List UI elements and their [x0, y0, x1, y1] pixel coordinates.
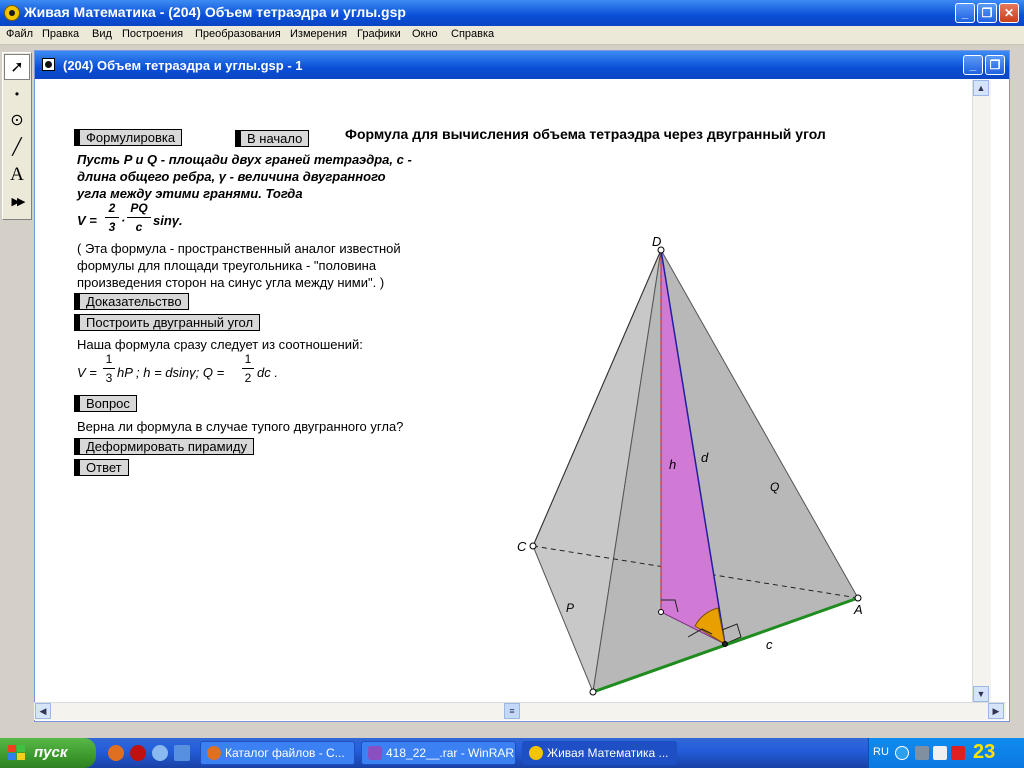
language-indicator[interactable]: RU: [873, 746, 889, 758]
label-h: h: [669, 457, 676, 472]
scroll-left-icon[interactable]: ◀: [35, 703, 51, 719]
taskbar-item-winrar[interactable]: 418_22__.rar - WinRAR: [361, 741, 516, 765]
label-a: A: [853, 602, 863, 617]
minimize-button[interactable]: _: [955, 3, 975, 23]
point-foot-h[interactable]: [658, 609, 664, 615]
point-tool-icon[interactable]: •: [4, 81, 30, 107]
taskbar-item-label: 418_22__.rar - WinRAR: [386, 746, 515, 760]
custom-tool-icon[interactable]: ▶▶: [4, 189, 30, 215]
tetrahedron-figure: D C A P Q h d c: [517, 234, 863, 696]
system-tray: RU 23: [868, 738, 1024, 768]
straightedge-tool-icon[interactable]: ╱: [4, 135, 30, 161]
menu-graph[interactable]: Графики: [357, 28, 401, 40]
doc-maximize-button[interactable]: ❐: [985, 55, 1005, 75]
windows-logo-icon: [8, 745, 26, 761]
label-p: P: [566, 601, 574, 615]
menu-file[interactable]: Файл: [6, 28, 33, 40]
scroll-up-icon[interactable]: ▲: [973, 80, 989, 96]
scroll-thumb[interactable]: ≡: [504, 703, 520, 719]
taskbar-item-label: Живая Математика ...: [547, 746, 669, 760]
menu-edit[interactable]: Правка: [42, 28, 79, 40]
taskbar: пуск Каталог файлов - С... 418_22__.rar …: [0, 738, 1024, 768]
menu-construct[interactable]: Построения: [122, 28, 183, 40]
point-c[interactable]: [529, 542, 537, 550]
firefox-icon[interactable]: [108, 745, 124, 761]
sketch-canvas[interactable]: Формула для вычисления объема тетраэдра …: [35, 79, 1009, 703]
clock[interactable]: 23: [973, 741, 995, 764]
document-title-bar[interactable]: (204) Объем тетраэдра и углы.gsp - 1 _ ❐: [35, 51, 1009, 79]
antivirus-icon[interactable]: [951, 746, 965, 760]
menu-help[interactable]: Справка: [451, 28, 494, 40]
text-tool-icon[interactable]: A: [4, 162, 30, 188]
maximize-button[interactable]: ❐: [977, 3, 997, 23]
close-tray-icon[interactable]: [933, 746, 947, 760]
arrow-tool-icon[interactable]: ➚: [4, 54, 30, 80]
taskbar-item-label: Каталог файлов - С...: [225, 746, 345, 760]
taskbar-item-gsp[interactable]: Живая Математика ...: [522, 741, 677, 765]
label-c: C: [517, 539, 527, 554]
menu-window[interactable]: Окно: [412, 28, 438, 40]
toolbox: ➚ • ⊙ ╱ A ▶▶: [2, 52, 32, 220]
taskbar-item-catalog[interactable]: Каталог файлов - С...: [200, 741, 355, 765]
scroll-down-icon[interactable]: ▼: [973, 686, 989, 702]
winrar-icon: [368, 746, 382, 760]
close-button[interactable]: ✕: [999, 3, 1019, 23]
label-d: D: [652, 234, 661, 249]
label-c-edge: c: [766, 637, 773, 652]
menu-view[interactable]: Вид: [92, 28, 112, 40]
computer-icon[interactable]: [915, 746, 929, 760]
opera-icon[interactable]: [130, 745, 146, 761]
label-d-line: d: [701, 450, 709, 465]
doc-minimize-button[interactable]: _: [963, 55, 983, 75]
firefox-icon: [207, 746, 221, 760]
show-desktop-icon[interactable]: [174, 745, 190, 761]
label-q: Q: [770, 480, 779, 494]
menu-transform[interactable]: Преобразования: [195, 28, 281, 40]
compass-tool-icon[interactable]: ⊙: [4, 108, 30, 134]
app-title-bar[interactable]: Живая Математика - (204) Объем тетраэдра…: [0, 0, 1024, 26]
search-icon[interactable]: [152, 745, 168, 761]
horizontal-scrollbar[interactable]: ◀ ≡ ▶: [34, 702, 1006, 720]
start-label: пуск: [34, 744, 68, 761]
network-icon[interactable]: [895, 746, 909, 760]
document-window: (204) Объем тетраэдра и углы.gsp - 1 _ ❐…: [34, 50, 1010, 722]
gsp-icon: [529, 746, 543, 760]
menu-measure[interactable]: Измерения: [290, 28, 347, 40]
vertical-scrollbar[interactable]: ▲ ▼: [972, 80, 991, 704]
document-icon: [42, 58, 55, 71]
app-logo-icon: [4, 5, 20, 21]
menu-bar: Файл Правка Вид Построения Преобразовани…: [0, 26, 1024, 45]
point-bottom[interactable]: [589, 688, 597, 696]
app-title: Живая Математика - (204) Объем тетраэдра…: [24, 4, 406, 20]
start-button[interactable]: пуск: [0, 738, 96, 768]
point-foot-d[interactable]: [722, 641, 728, 647]
scroll-right-icon[interactable]: ▶: [988, 703, 1004, 719]
document-title: (204) Объем тетраэдра и углы.gsp - 1: [63, 58, 303, 73]
point-a[interactable]: [854, 594, 862, 602]
